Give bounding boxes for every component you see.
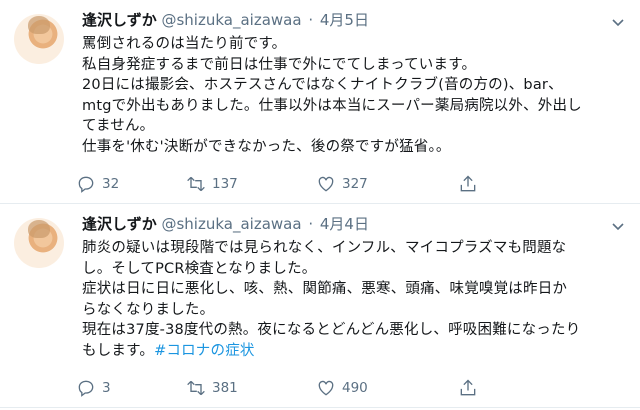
tweet-line: 20日には撮影会、ホステスさんではなくナイトクラブ(音の方の)、bar、 bbox=[82, 77, 563, 93]
reply-count: 32 bbox=[102, 176, 120, 192]
tweet-line: 症状は日に日に悪化し、咳、熱、関節痛、悪寒、頭痛、味覚嗅覚は昨日か bbox=[82, 281, 568, 297]
tweet-header: 逢沢しずか @shizuka_aizawaa · 4月4日 bbox=[82, 214, 369, 234]
dot-separator: · bbox=[308, 11, 314, 29]
share-button[interactable] bbox=[458, 172, 478, 196]
tweet-date[interactable]: 4月5日 bbox=[320, 11, 369, 29]
chevron-down-icon[interactable] bbox=[608, 12, 628, 32]
avatar[interactable] bbox=[14, 14, 64, 64]
dot-separator: · bbox=[308, 215, 314, 233]
like-count: 490 bbox=[342, 380, 368, 396]
tweet-line: し。そしてPCR検査となりました。 bbox=[82, 260, 317, 277]
chevron-down-icon[interactable] bbox=[608, 216, 628, 236]
tweet-line: らなくなりました。 bbox=[82, 301, 215, 318]
avatar[interactable] bbox=[14, 218, 64, 268]
tweet-actions: 32 137 327 bbox=[76, 172, 636, 196]
tweet-header: 逢沢しずか @shizuka_aizawaa · 4月5日 bbox=[82, 10, 369, 30]
hashtag-link[interactable]: #コロナの症状 bbox=[154, 343, 255, 359]
user-handle[interactable]: @shizuka_aizawaa bbox=[161, 11, 301, 29]
tweet[interactable]: 逢沢しずか @shizuka_aizawaa · 4月5日 罵倒されるのは当たり… bbox=[0, 0, 640, 204]
tweet-line: mtgで外出もありました。仕事以外は本当にスーパー薬局病院以外、外出し bbox=[82, 97, 582, 114]
heart-icon bbox=[318, 176, 334, 192]
tweet-line: 肺炎の疑いは現段階では見られなく、インフル、マイコプラズマも問題な bbox=[82, 240, 567, 256]
retweet-button[interactable]: 381 bbox=[186, 376, 238, 400]
retweet-icon bbox=[187, 176, 205, 192]
user-handle[interactable]: @shizuka_aizawaa bbox=[161, 215, 301, 233]
tweet-line: 罵倒されるのは当たり前です。 bbox=[82, 36, 287, 52]
like-button[interactable]: 327 bbox=[316, 172, 368, 196]
tweet-line: てません。 bbox=[82, 118, 155, 134]
share-icon bbox=[460, 175, 476, 192]
retweet-button[interactable]: 137 bbox=[186, 172, 238, 196]
tweet-text: 罵倒されるのは当たり前です。 私自身発症するまで前日は仕事で外にでてしまっていま… bbox=[82, 34, 630, 157]
tweet-actions: 3 381 490 bbox=[76, 376, 636, 400]
tweet-line: 現在は37度-38度代の熱。夜になるとどんどん悪化し、呼吸困難になったり bbox=[82, 322, 581, 338]
tweet[interactable]: 逢沢しずか @shizuka_aizawaa · 4月4日 肺炎の疑いは現段階で… bbox=[0, 204, 640, 408]
reply-icon bbox=[78, 176, 94, 193]
like-count: 327 bbox=[342, 176, 368, 192]
heart-icon bbox=[318, 380, 334, 396]
share-button[interactable] bbox=[458, 376, 478, 400]
retweet-count: 137 bbox=[212, 176, 238, 192]
retweet-icon bbox=[187, 380, 205, 396]
tweet-date[interactable]: 4月4日 bbox=[320, 215, 369, 233]
reply-button[interactable]: 32 bbox=[76, 172, 122, 196]
share-icon bbox=[460, 379, 476, 396]
reply-icon bbox=[78, 380, 94, 397]
reply-button[interactable]: 3 bbox=[76, 376, 122, 400]
reply-count: 3 bbox=[102, 380, 111, 396]
tweet-line: 仕事を'休む'決断ができなかった、後の祭ですが猛省。。 bbox=[82, 138, 451, 155]
tweet-line-text: もします。 bbox=[82, 342, 155, 359]
tweet-text: 肺炎の疑いは現段階では見られなく、インフル、マイコプラズマも問題な し。そしてP… bbox=[82, 238, 630, 361]
display-name[interactable]: 逢沢しずか bbox=[82, 215, 157, 233]
tweet-line: もします。#コロナの症状 bbox=[82, 341, 630, 362]
display-name[interactable]: 逢沢しずか bbox=[82, 11, 157, 29]
retweet-count: 381 bbox=[212, 380, 238, 396]
tweet-line: 私自身発症するまで前日は仕事で外にでてしまっています。 bbox=[82, 56, 477, 73]
like-button[interactable]: 490 bbox=[316, 376, 368, 400]
